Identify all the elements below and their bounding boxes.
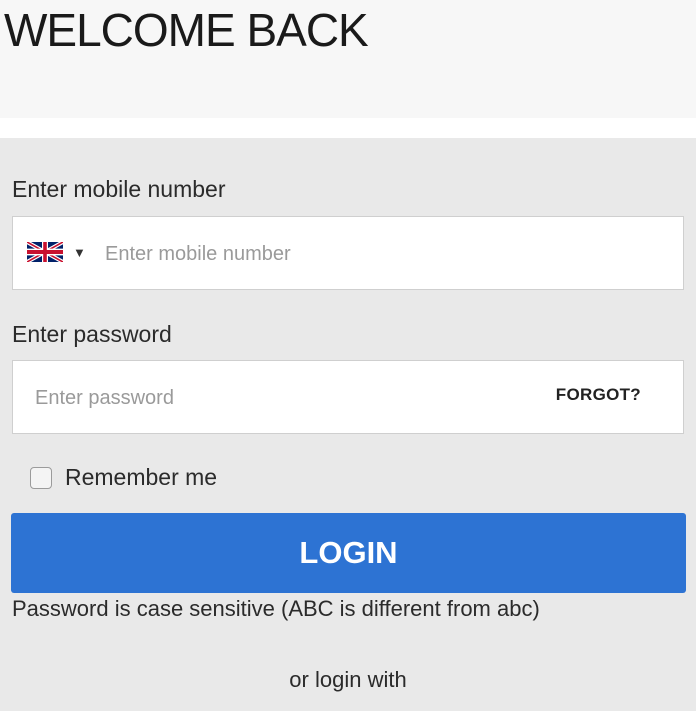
uk-flag-icon[interactable] (27, 242, 63, 262)
header-divider (0, 118, 696, 138)
case-sensitive-hint: Password is case sensitive (ABC is diffe… (12, 596, 540, 621)
forgot-password-link[interactable]: FORGOT? (556, 385, 641, 405)
mobile-number-field: ▼ (12, 216, 684, 291)
remember-me-checkbox[interactable] (30, 466, 52, 489)
password-input[interactable] (33, 361, 517, 435)
remember-me-row[interactable]: Remember me (30, 464, 217, 491)
header: WELCOME BACK (0, 0, 696, 118)
password-field: FORGOT? (12, 360, 684, 435)
country-dropdown-icon[interactable]: ▼ (73, 245, 86, 260)
page-title: WELCOME BACK (4, 4, 369, 56)
or-login-with-text: or login with (289, 667, 407, 692)
remember-me-label[interactable]: Remember me (65, 464, 217, 491)
password-label: Enter password (12, 321, 172, 347)
mobile-number-label: Enter mobile number (12, 176, 226, 202)
mobile-number-input[interactable] (103, 217, 667, 291)
login-button[interactable]: LOGIN (11, 513, 686, 593)
